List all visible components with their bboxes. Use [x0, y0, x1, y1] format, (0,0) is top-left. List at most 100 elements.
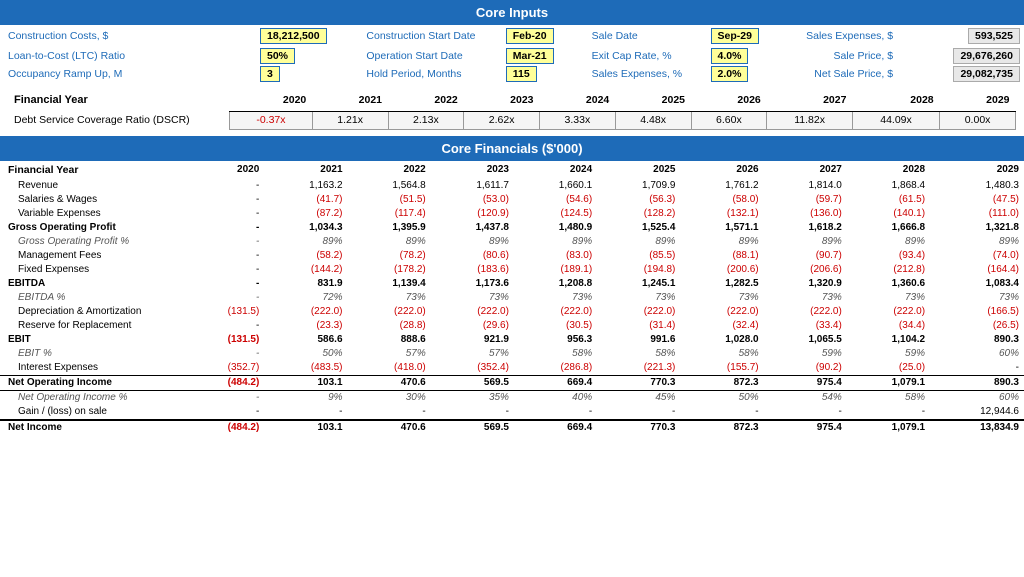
row-value: (74.0)	[930, 249, 1024, 263]
row-value: 1,321.8	[930, 221, 1024, 235]
row-value: 1,868.4	[847, 179, 930, 193]
row-value: 1,814.0	[764, 179, 847, 193]
row-value: (28.8)	[348, 319, 431, 333]
row-value: (58.2)	[264, 249, 347, 263]
row-value: 73%	[348, 291, 431, 305]
row-value: 89%	[847, 235, 930, 249]
ltc-input[interactable]: 50%	[260, 48, 295, 64]
row-label: EBITDA	[0, 277, 184, 291]
row-value: (33.4)	[764, 319, 847, 333]
financials-table: Financial Year 2020 2021 2022 2023 2024 …	[0, 161, 1024, 435]
row-value: 1,360.6	[847, 277, 930, 291]
table-row: Revenue-1,163.21,564.81,611.71,660.11,70…	[0, 179, 1024, 193]
row-value: (51.5)	[348, 193, 431, 207]
row-value: 1,139.4	[348, 277, 431, 291]
row-value: 569.5	[431, 375, 514, 390]
table-row: EBITDA-831.91,139.41,173.61,208.81,245.1…	[0, 277, 1024, 291]
row-value: -	[930, 361, 1024, 376]
row-value: (31.4)	[597, 319, 680, 333]
row-value: 89%	[348, 235, 431, 249]
row-value: -	[264, 405, 347, 420]
row-value: 991.6	[597, 333, 680, 347]
table-row: Gain / (loss) on sale---------12,944.6	[0, 405, 1024, 420]
op-start-input[interactable]: Mar-21	[506, 48, 554, 64]
row-value: 1,480.9	[514, 221, 597, 235]
row-value: (54.6)	[514, 193, 597, 207]
row-value: 831.9	[264, 277, 347, 291]
row-value: 89%	[514, 235, 597, 249]
row-value: 1,034.3	[264, 221, 347, 235]
row-value: 57%	[431, 347, 514, 361]
row-value: -	[184, 249, 264, 263]
dscr-val-2021: 1.21x	[312, 111, 388, 129]
sale-date-label: Sale Date	[584, 25, 707, 47]
row-label: Gross Operating Profit %	[0, 235, 184, 249]
core-financials-header: Core Financials ($'000)	[0, 136, 1024, 161]
row-value: (222.0)	[597, 305, 680, 319]
row-value: 1,028.0	[680, 333, 763, 347]
hold-period-input[interactable]: 115	[506, 66, 537, 82]
dscr-fy-label: Financial Year	[8, 89, 230, 111]
row-value: 1,666.8	[847, 221, 930, 235]
row-value: 73%	[930, 291, 1024, 305]
row-value: 72%	[264, 291, 347, 305]
row-value: (206.6)	[764, 263, 847, 277]
construction-costs-label: Construction Costs, $	[8, 30, 108, 42]
construction-costs-input[interactable]: 18,212,500	[260, 28, 327, 44]
row-value: 470.6	[348, 420, 431, 435]
op-start-label: Operation Start Date	[358, 47, 501, 65]
row-value: -	[184, 193, 264, 207]
row-value: (136.0)	[764, 207, 847, 221]
financials-section: Financial Year 2020 2021 2022 2023 2024 …	[0, 161, 1024, 435]
row-value: -	[184, 347, 264, 361]
row-value: 669.4	[514, 375, 597, 390]
row-value: 73%	[847, 291, 930, 305]
sales-exp-pct-input[interactable]: 2.0%	[711, 66, 749, 82]
construction-start-input[interactable]: Feb-20	[506, 28, 554, 44]
row-value: (117.4)	[348, 207, 431, 221]
row-value: (194.8)	[597, 263, 680, 277]
row-value: (212.8)	[847, 263, 930, 277]
row-value: 58%	[514, 347, 597, 361]
row-label: Net Operating Income %	[0, 390, 184, 405]
row-value: (222.0)	[514, 305, 597, 319]
exit-cap-input[interactable]: 4.0%	[711, 48, 749, 64]
row-value: (221.3)	[597, 361, 680, 376]
fin-yr-2025: 2025	[597, 161, 680, 179]
row-value: (56.3)	[597, 193, 680, 207]
sale-date-input[interactable]: Sep-29	[711, 28, 759, 44]
hold-period-label: Hold Period, Months	[358, 65, 501, 83]
row-value: (78.2)	[348, 249, 431, 263]
row-value: 975.4	[764, 375, 847, 390]
row-value: (484.2)	[184, 375, 264, 390]
row-value: (183.6)	[431, 263, 514, 277]
row-value: (222.0)	[348, 305, 431, 319]
row-value: (85.5)	[597, 249, 680, 263]
row-value: (352.7)	[184, 361, 264, 376]
row-label: Fixed Expenses	[0, 263, 184, 277]
occupancy-input[interactable]: 3	[260, 66, 280, 82]
row-value: (93.4)	[847, 249, 930, 263]
row-value: 60%	[930, 347, 1024, 361]
row-label: Salaries & Wages	[0, 193, 184, 207]
row-value: 956.3	[514, 333, 597, 347]
row-value: (25.0)	[847, 361, 930, 376]
row-value: 12,944.6	[930, 405, 1024, 420]
row-value: -	[184, 390, 264, 405]
financials-year-row: Financial Year 2020 2021 2022 2023 2024 …	[0, 161, 1024, 179]
row-value: 89%	[680, 235, 763, 249]
row-value: 89%	[431, 235, 514, 249]
row-value: 1,709.9	[597, 179, 680, 193]
row-value: 89%	[597, 235, 680, 249]
row-value: 54%	[764, 390, 847, 405]
construction-costs-row: Construction Costs, $	[8, 30, 248, 42]
row-value: 73%	[680, 291, 763, 305]
dscr-val-2020: -0.37x	[230, 111, 313, 129]
row-value: 1,564.8	[348, 179, 431, 193]
row-value: -	[184, 221, 264, 235]
row-value: 1,104.2	[847, 333, 930, 347]
row-value: 1,245.1	[597, 277, 680, 291]
dscr-year-2028: 2028	[852, 89, 939, 111]
row-value: (26.5)	[930, 319, 1024, 333]
row-value: 103.1	[264, 375, 347, 390]
